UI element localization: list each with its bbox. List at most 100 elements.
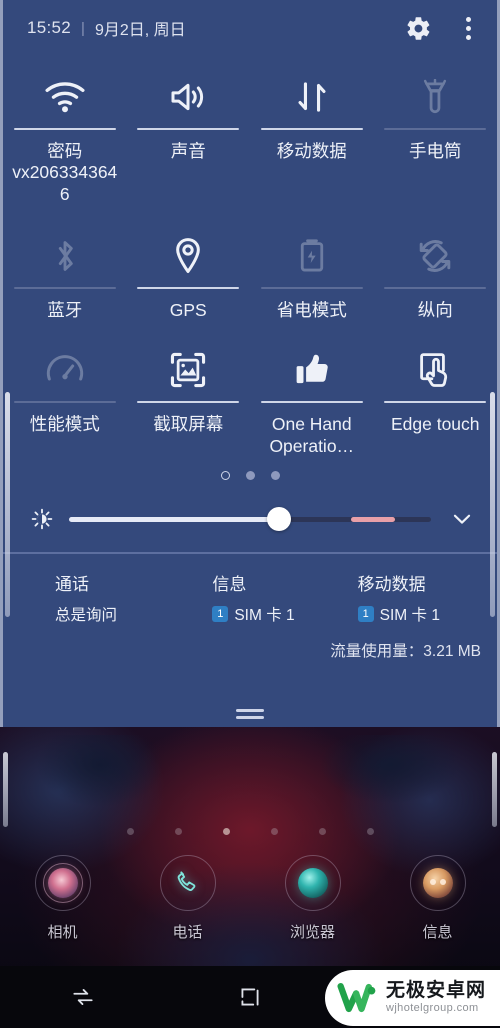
messages-icon[interactable] bbox=[409, 855, 466, 911]
overflow-menu-button[interactable] bbox=[462, 13, 475, 44]
page-dot bbox=[270, 828, 278, 835]
tile-divider bbox=[137, 401, 240, 404]
sim-badge: 1 bbox=[212, 606, 229, 623]
data-usage-label: 流量使用量：3.21 MB bbox=[330, 643, 481, 661]
tile-divider bbox=[13, 287, 116, 290]
dock-item-messages[interactable]: 信息 bbox=[375, 855, 500, 942]
home-dock: 相机 电话 浏览器 信息 bbox=[0, 855, 500, 942]
quick-settings-page-indicator bbox=[3, 471, 497, 481]
tile-label: Edge touch bbox=[390, 414, 480, 435]
sim-title: 移动数据 bbox=[357, 575, 426, 595]
camera-icon[interactable] bbox=[34, 855, 91, 911]
qs-page-dot-current[interactable] bbox=[220, 471, 230, 481]
nav-recents-button[interactable] bbox=[0, 966, 167, 1028]
page-dot bbox=[366, 828, 374, 835]
tile-divider bbox=[13, 128, 116, 130]
slider-filled-track bbox=[69, 516, 279, 522]
edge-touch-icon bbox=[417, 345, 453, 395]
dock-item-browser[interactable]: 浏览器 bbox=[250, 855, 375, 942]
dock-label: 信息 bbox=[422, 924, 453, 941]
browser-icon[interactable] bbox=[284, 855, 341, 911]
sim-value-text: SIM 卡 1 bbox=[234, 607, 295, 625]
mobile-data-icon bbox=[293, 72, 331, 122]
tile-label: 纵向 bbox=[417, 300, 453, 321]
dock-label: 电话 bbox=[172, 924, 203, 941]
qs-page-dot[interactable] bbox=[245, 471, 255, 481]
page-dot-active bbox=[222, 828, 230, 835]
page-dot bbox=[174, 828, 182, 835]
location-pin-icon bbox=[170, 231, 206, 281]
tile-label: 截取屏幕 bbox=[153, 414, 224, 435]
tile-divider bbox=[384, 128, 487, 130]
tile-one-hand-operation[interactable]: One Hand Operatio… bbox=[250, 335, 374, 457]
tile-label: 密码vx2063343646 bbox=[12, 141, 118, 204]
phone-icon[interactable] bbox=[159, 855, 216, 911]
tile-gps[interactable]: GPS bbox=[127, 221, 251, 321]
quick-settings-tiles: 密码vx2063343646 声音 移动数据 手电筒 蓝牙 GPS 省电模式 纵… bbox=[3, 56, 497, 457]
dock-item-camera[interactable]: 相机 bbox=[0, 855, 125, 942]
watermark-title: 无极安卓网 bbox=[385, 980, 486, 1002]
sim-row: 通话 总是询问 信息 1 SIM 卡 1 移动数据 1 SIM 卡 1 bbox=[3, 570, 497, 625]
sim-column-messages[interactable]: 信息 1 SIM 卡 1 bbox=[194, 570, 351, 625]
speedometer-icon bbox=[45, 345, 85, 395]
sim-value: 1 SIM 卡 1 bbox=[212, 603, 351, 625]
tile-wifi[interactable]: 密码vx2063343646 bbox=[3, 62, 127, 205]
tile-row: 蓝牙 GPS 省电模式 纵向 bbox=[3, 221, 497, 321]
tile-divider bbox=[137, 128, 240, 130]
tile-rotation[interactable]: 纵向 bbox=[374, 221, 498, 321]
slider-thumb[interactable] bbox=[266, 507, 291, 532]
dock-label: 相机 bbox=[47, 924, 78, 941]
qs-page-dot[interactable] bbox=[270, 471, 280, 481]
expand-brightness-button[interactable] bbox=[445, 506, 479, 532]
clock: 15:52 bbox=[27, 18, 72, 37]
tile-label: 移动数据 bbox=[276, 141, 347, 161]
sim-value: 1 SIM 卡 1 bbox=[357, 603, 497, 625]
brightness-slider[interactable] bbox=[69, 507, 431, 532]
thumbs-up-icon bbox=[292, 345, 332, 395]
recents-icon bbox=[73, 989, 93, 1005]
dock-item-phone[interactable]: 电话 bbox=[125, 855, 250, 942]
tile-label: 省电模式 bbox=[276, 300, 347, 321]
sim-info-section: 通话 总是询问 信息 1 SIM 卡 1 移动数据 1 SIM 卡 1 流量使用… bbox=[3, 554, 497, 661]
tile-performance-mode[interactable]: 性能模式 bbox=[3, 335, 127, 457]
page-dot bbox=[318, 828, 326, 835]
tile-divider bbox=[137, 287, 240, 290]
phone-screen: 相机 电话 浏览器 信息 无极安卓网 wjhotelgroup.com 15:5… bbox=[0, 0, 500, 1028]
brightness-icon[interactable] bbox=[29, 507, 55, 531]
tile-label: 蓝牙 bbox=[47, 300, 83, 321]
sim-title: 信息 bbox=[212, 575, 247, 595]
nav-home-button[interactable] bbox=[167, 966, 334, 1028]
date-label: 9月2日, 周日 bbox=[94, 22, 186, 39]
tile-bluetooth[interactable]: 蓝牙 bbox=[3, 221, 127, 321]
gear-icon bbox=[407, 16, 430, 40]
screenshot-icon bbox=[169, 345, 207, 395]
sim-column-calls[interactable]: 通话 总是询问 bbox=[3, 570, 194, 625]
sound-icon bbox=[168, 72, 208, 122]
watermark-subtitle: wjhotelgroup.com bbox=[385, 1002, 479, 1015]
quick-settings-panel: 15:52 | 9月2日, 周日 密码vx2063343646 声音 移动数据 … bbox=[0, 0, 500, 727]
tile-sound[interactable]: 声音 bbox=[127, 62, 251, 205]
tile-label: 性能模式 bbox=[29, 414, 100, 435]
tile-row: 密码vx2063343646 声音 移动数据 手电筒 bbox=[3, 62, 497, 205]
tile-divider bbox=[384, 401, 487, 404]
sim-value-text: 总是询问 bbox=[55, 607, 118, 625]
battery-saver-icon bbox=[296, 231, 328, 281]
edge-indicator-right bbox=[492, 752, 497, 827]
panel-drag-handle[interactable] bbox=[3, 709, 497, 719]
settings-button[interactable] bbox=[405, 15, 432, 42]
tile-screenshot[interactable]: 截取屏幕 bbox=[127, 335, 251, 457]
tile-label: 声音 bbox=[170, 141, 206, 161]
sim-value-text: SIM 卡 1 bbox=[379, 607, 440, 625]
site-watermark: 无极安卓网 wjhotelgroup.com bbox=[324, 970, 500, 1026]
tile-battery-saver[interactable]: 省电模式 bbox=[250, 221, 374, 321]
tile-row: 性能模式 截取屏幕 One Hand Operatio… Edge touch bbox=[3, 335, 497, 457]
sim-column-mobile-data[interactable]: 移动数据 1 SIM 卡 1 bbox=[352, 570, 497, 625]
tile-label: 手电筒 bbox=[409, 141, 462, 161]
tile-mobile-data[interactable]: 移动数据 bbox=[250, 62, 374, 205]
sim-value: 总是询问 bbox=[55, 603, 194, 625]
tile-edge-touch[interactable]: Edge touch bbox=[374, 335, 498, 457]
tile-divider bbox=[384, 287, 487, 290]
page-dot bbox=[126, 828, 134, 835]
rotate-icon bbox=[416, 231, 454, 281]
tile-flashlight[interactable]: 手电筒 bbox=[374, 62, 498, 205]
